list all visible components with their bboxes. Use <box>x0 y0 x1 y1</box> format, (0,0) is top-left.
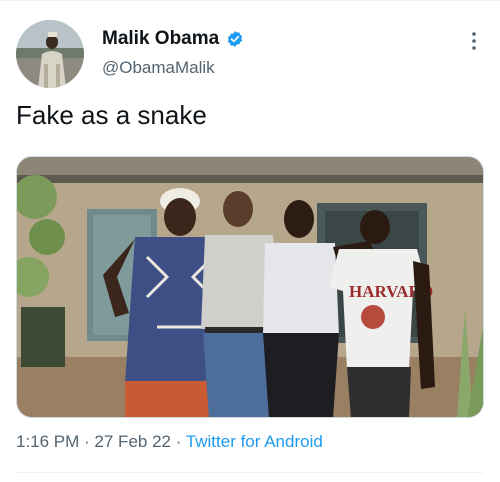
author-name-row[interactable]: Malik Obama <box>102 28 244 50</box>
verified-badge-icon <box>226 30 244 48</box>
tweet-text: Fake as a snake <box>16 100 207 130</box>
tweet-media-photo[interactable]: HARVARD <box>16 156 484 418</box>
tweet-time[interactable]: 1:16 PM <box>16 432 79 451</box>
top-divider <box>0 0 500 1</box>
meta-separator: · <box>170 432 186 451</box>
tweet-metadata: 1:16 PM · 27 Feb 22 · Twitter for Androi… <box>16 432 323 452</box>
photo-illustration: HARVARD <box>17 157 483 417</box>
more-options-icon[interactable] <box>466 30 482 52</box>
tweet-date[interactable]: 27 Feb 22 <box>94 432 171 451</box>
avatar-photo <box>16 20 84 88</box>
avatar[interactable] <box>16 20 84 88</box>
author-display-name[interactable]: Malik Obama <box>102 28 219 50</box>
author-handle[interactable]: @ObamaMalik <box>102 58 215 78</box>
meta-separator: · <box>79 432 95 451</box>
tweet-source-link[interactable]: Twitter for Android <box>186 432 323 451</box>
bottom-divider <box>16 472 484 473</box>
